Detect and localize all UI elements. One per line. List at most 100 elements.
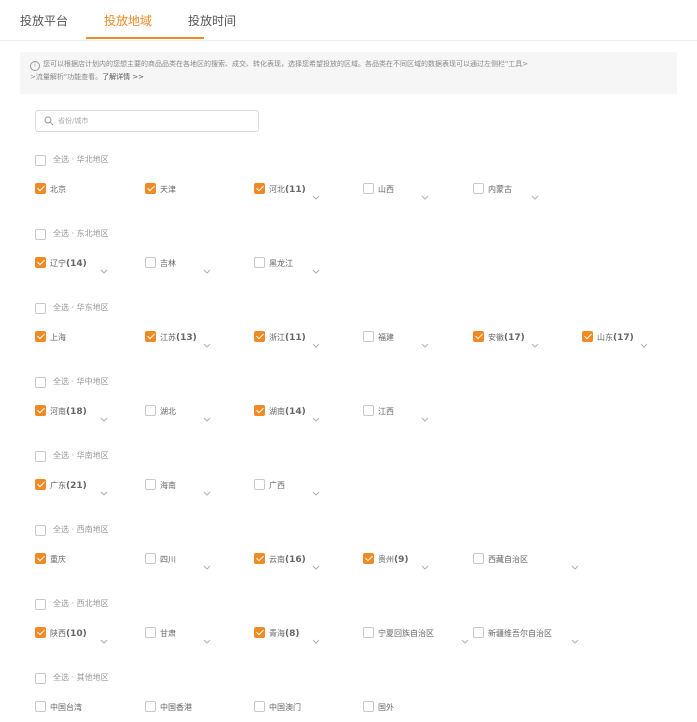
chevron-down-icon[interactable] <box>312 260 320 274</box>
region-name: 山东 <box>597 333 613 342</box>
active-tab-underline <box>86 37 204 39</box>
region-checkbox[interactable] <box>473 331 484 342</box>
region-checkbox[interactable] <box>473 183 484 194</box>
select-all-checkbox[interactable] <box>35 451 46 462</box>
select-all-checkbox[interactable] <box>35 303 46 314</box>
region-checkbox[interactable] <box>145 627 156 638</box>
chevron-down-icon[interactable] <box>100 260 108 274</box>
chevron-down-icon[interactable] <box>100 482 108 496</box>
region-label: 黑龙江 <box>269 258 293 269</box>
chevron-down-icon[interactable] <box>421 186 429 200</box>
region-checkbox[interactable] <box>35 331 46 342</box>
region-checkbox[interactable] <box>582 331 593 342</box>
city-count: (9) <box>394 555 409 565</box>
chevron-down-icon[interactable] <box>531 186 539 200</box>
region-checkbox[interactable] <box>145 701 156 712</box>
region-checkbox[interactable] <box>254 331 265 342</box>
chevron-down-icon[interactable] <box>312 334 320 348</box>
chevron-down-icon[interactable] <box>421 334 429 348</box>
chevron-down-icon[interactable] <box>640 334 648 348</box>
region-checkbox[interactable] <box>254 405 265 416</box>
region-checkbox[interactable] <box>254 479 265 490</box>
chevron-down-icon[interactable] <box>461 630 469 644</box>
region-checkbox[interactable] <box>254 701 265 712</box>
chevron-down-icon[interactable] <box>100 408 108 422</box>
chevron-down-icon[interactable] <box>421 556 429 570</box>
region-checkbox[interactable] <box>363 701 374 712</box>
region-search-box <box>35 110 259 132</box>
region-checkbox[interactable] <box>35 627 46 638</box>
select-all-checkbox[interactable] <box>35 377 46 388</box>
region-name: 中国澳门 <box>269 703 301 712</box>
tab-region[interactable]: 投放地域 <box>104 12 152 29</box>
city-count: (11) <box>285 185 306 195</box>
city-count: (17) <box>504 333 525 343</box>
region-checkbox[interactable] <box>35 479 46 490</box>
city-count: (10) <box>66 629 87 639</box>
region-checkbox[interactable] <box>363 331 374 342</box>
region-name: 甘肃 <box>160 629 176 638</box>
region-checkbox[interactable] <box>254 553 265 564</box>
search-icon <box>44 116 54 126</box>
select-all-checkbox[interactable] <box>35 525 46 536</box>
region-checkbox[interactable] <box>254 627 265 638</box>
region-checkbox[interactable] <box>473 627 484 638</box>
chevron-down-icon[interactable] <box>312 186 320 200</box>
select-all-checkbox[interactable] <box>35 229 46 240</box>
region-label: 新疆维吾尔自治区 <box>488 628 552 639</box>
region-name: 陕西 <box>50 629 66 638</box>
region-checkbox[interactable] <box>363 405 374 416</box>
chevron-down-icon[interactable] <box>203 260 211 274</box>
region-checkbox[interactable] <box>35 553 46 564</box>
region-checkbox[interactable] <box>145 331 156 342</box>
region-name: 宁夏回族自治区 <box>378 629 434 638</box>
tab-time[interactable]: 投放时间 <box>188 12 236 29</box>
chevron-down-icon[interactable] <box>571 556 579 570</box>
chevron-down-icon[interactable] <box>203 556 211 570</box>
chevron-down-icon[interactable] <box>312 408 320 422</box>
region-checkbox[interactable] <box>254 257 265 268</box>
tab-platform[interactable]: 投放平台 <box>20 12 68 29</box>
region-checkbox[interactable] <box>35 701 46 712</box>
region-label: 内蒙古 <box>488 184 512 195</box>
region-name: 重庆 <box>50 555 66 564</box>
city-count: (13) <box>176 333 197 343</box>
region-label: 北京 <box>50 184 66 195</box>
region-checkbox[interactable] <box>473 553 484 564</box>
group-title: 全选 · 华北地区 <box>53 155 109 164</box>
region-checkbox[interactable] <box>35 257 46 268</box>
group-title: 全选 · 西南地区 <box>53 525 109 534</box>
chevron-down-icon[interactable] <box>571 630 579 644</box>
search-input[interactable] <box>58 114 248 128</box>
region-checkbox[interactable] <box>145 183 156 194</box>
region-checkbox[interactable] <box>363 627 374 638</box>
region-checkbox[interactable] <box>145 479 156 490</box>
chevron-down-icon[interactable] <box>312 630 320 644</box>
select-all-checkbox[interactable] <box>35 673 46 684</box>
chevron-down-icon[interactable] <box>203 630 211 644</box>
chevron-down-icon[interactable] <box>100 630 108 644</box>
city-count: (14) <box>285 407 306 417</box>
region-checkbox[interactable] <box>145 257 156 268</box>
chevron-down-icon[interactable] <box>421 408 429 422</box>
region-name: 河南 <box>50 407 66 416</box>
region-checkbox[interactable] <box>35 183 46 194</box>
select-all-checkbox[interactable] <box>35 599 46 610</box>
chevron-down-icon[interactable] <box>531 334 539 348</box>
learn-more-link[interactable]: 了解详情 >> <box>102 73 144 81</box>
region-label: 山西 <box>378 184 394 195</box>
select-all-checkbox[interactable] <box>35 155 46 166</box>
region-checkbox[interactable] <box>363 553 374 564</box>
group-title: 全选 · 西北地区 <box>53 599 109 608</box>
chevron-down-icon[interactable] <box>312 482 320 496</box>
chevron-down-icon[interactable] <box>203 408 211 422</box>
chevron-down-icon[interactable] <box>312 556 320 570</box>
group-title: 全选 · 其他地区 <box>53 673 109 682</box>
region-checkbox[interactable] <box>35 405 46 416</box>
chevron-down-icon[interactable] <box>203 334 211 348</box>
region-checkbox[interactable] <box>363 183 374 194</box>
chevron-down-icon[interactable] <box>203 482 211 496</box>
region-checkbox[interactable] <box>254 183 265 194</box>
region-checkbox[interactable] <box>145 405 156 416</box>
region-checkbox[interactable] <box>145 553 156 564</box>
